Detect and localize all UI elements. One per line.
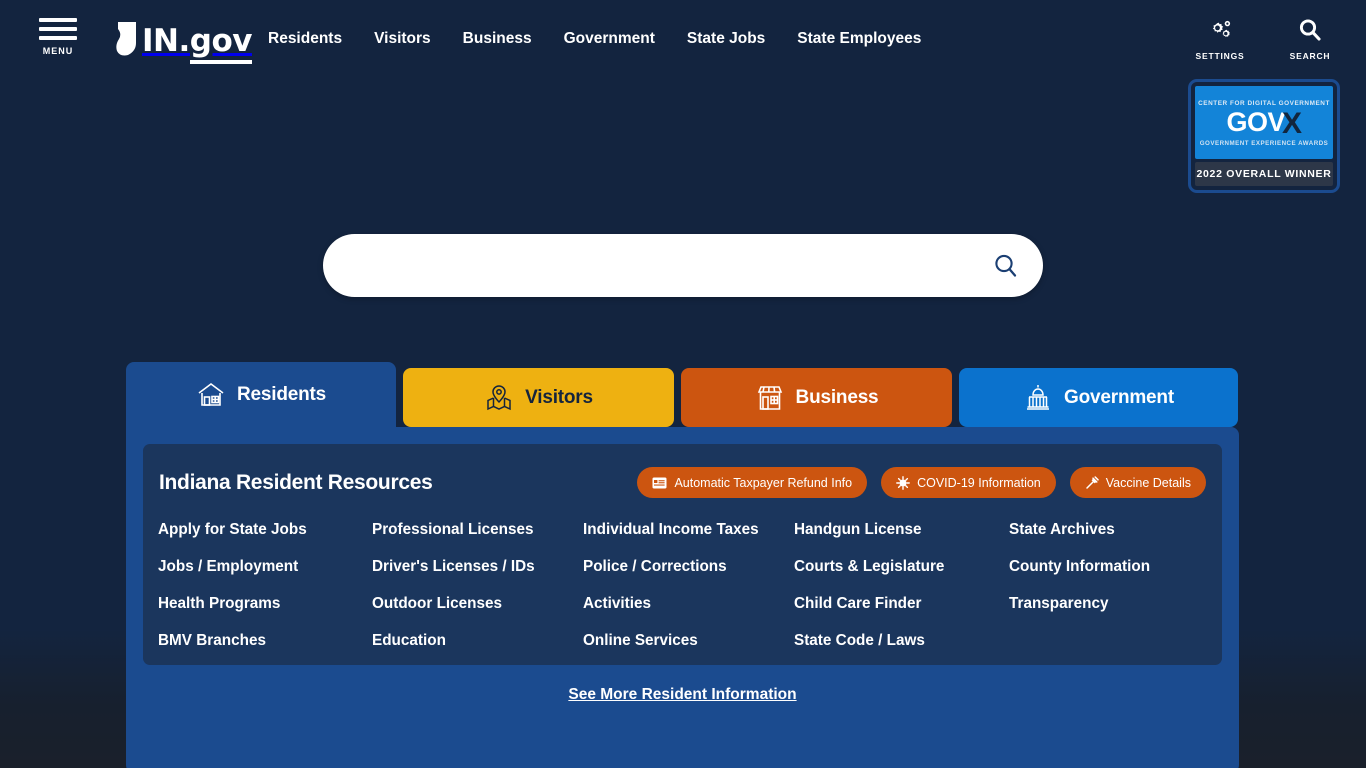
resource-link[interactable]: Online Services (583, 629, 794, 653)
category-tabs: Residents Visitors Business Government (126, 362, 1239, 427)
resource-link[interactable]: Driver's Licenses / IDs (372, 555, 583, 579)
site-header: MENU IN.gov Residents Visitors Business … (0, 0, 1366, 80)
site-logo[interactable]: IN.gov (114, 21, 252, 64)
see-more-link[interactable]: See More Resident Information (568, 686, 796, 704)
menu-button-label: MENU (42, 46, 74, 56)
nav-item-state-employees[interactable]: State Employees (797, 30, 921, 48)
menu-button[interactable]: MENU (36, 18, 80, 56)
house-icon (196, 380, 226, 410)
search-input[interactable] (323, 255, 991, 276)
govx-x-mark: X (1282, 106, 1302, 140)
resource-link[interactable]: State Archives (1009, 518, 1207, 542)
nav-item-visitors[interactable]: Visitors (374, 30, 431, 48)
nav-item-business[interactable]: Business (463, 30, 532, 48)
pill-vaccine-details[interactable]: Vaccine Details (1069, 467, 1206, 498)
pill-label: Vaccine Details (1105, 475, 1191, 490)
resource-link-grid: Apply for State Jobs Professional Licens… (158, 518, 1207, 653)
nav-item-government[interactable]: Government (564, 30, 655, 48)
tab-government[interactable]: Government (959, 368, 1238, 427)
header-tools: SETTINGS SEARCH (1158, 18, 1338, 61)
gears-icon (1207, 18, 1234, 48)
tab-residents-label: Residents (236, 383, 326, 405)
tab-business[interactable]: Business (681, 368, 952, 427)
resource-link[interactable]: Child Care Finder (794, 592, 1009, 616)
virus-icon (896, 475, 910, 490)
id-card-icon (652, 477, 667, 489)
resource-link[interactable]: Outdoor Licenses (372, 592, 583, 616)
resource-link[interactable]: State Code / Laws (794, 629, 1009, 653)
resource-link[interactable]: Transparency (1009, 592, 1207, 616)
govx-award-badge: CENTER FOR DIGITAL GOVERNMENT GOV X GOVE… (1188, 79, 1340, 193)
indiana-state-shape-icon (114, 21, 140, 62)
page-root: MENU IN.gov Residents Visitors Business … (0, 0, 1366, 768)
search-toggle-button[interactable]: SEARCH (1282, 18, 1338, 61)
resource-panel: Indiana Resident Resources Automatic Tax… (126, 427, 1239, 768)
resource-link[interactable]: Courts & Legislature (794, 555, 1009, 579)
storefront-icon (755, 383, 785, 413)
panel-title: Indiana Resident Resources (159, 470, 433, 494)
hamburger-icon (39, 18, 77, 45)
resource-link[interactable]: County Information (1009, 555, 1207, 579)
govx-line3: 2022 OVERALL WINNER (1196, 168, 1332, 180)
govx-gov-text: GOV (1226, 107, 1285, 137)
main-navigation: Residents Visitors Business Government S… (268, 30, 921, 48)
settings-button-label: SETTINGS (1195, 51, 1245, 61)
highlight-pills: Automatic Taxpayer Refund Info COVID-19 … (623, 467, 1206, 498)
govx-badge-bottom: 2022 OVERALL WINNER (1195, 162, 1333, 186)
search-submit-icon[interactable] (991, 251, 1021, 281)
resource-link[interactable]: Health Programs (158, 592, 372, 616)
settings-button[interactable]: SETTINGS (1192, 18, 1248, 61)
resource-link[interactable]: Jobs / Employment (158, 555, 372, 579)
hero-search-bar[interactable] (323, 234, 1043, 297)
nav-item-state-jobs[interactable]: State Jobs (687, 30, 765, 48)
search-toggle-label: SEARCH (1289, 51, 1331, 61)
tab-visitors-label: Visitors (525, 386, 593, 408)
govx-main-text: GOV X (1226, 106, 1302, 140)
resource-panel-inner: Indiana Resident Resources Automatic Tax… (143, 444, 1222, 665)
capitol-icon (1023, 383, 1053, 413)
pill-automatic-taxpayer-refund-info[interactable]: Automatic Taxpayer Refund Info (637, 467, 868, 498)
tab-business-label: Business (795, 386, 879, 408)
category-section: Residents Visitors Business Government I… (126, 362, 1239, 768)
see-more-row: See More Resident Information (143, 665, 1222, 725)
govx-line1: CENTER FOR DIGITAL GOVERNMENT (1198, 99, 1330, 107)
resource-link[interactable]: Apply for State Jobs (158, 518, 372, 542)
resource-link[interactable]: Handgun License (794, 518, 1009, 542)
logo-underline (189, 60, 252, 64)
resource-link[interactable]: Activities (583, 592, 794, 616)
tab-government-label: Government (1064, 386, 1174, 408)
resource-panel-header: Indiana Resident Resources Automatic Tax… (158, 467, 1207, 498)
pill-covid-19-information[interactable]: COVID-19 Information (881, 467, 1056, 498)
tab-residents[interactable]: Residents (126, 362, 396, 427)
pill-label: Automatic Taxpayer Refund Info (674, 475, 853, 490)
map-pin-icon (484, 383, 514, 413)
nav-item-residents[interactable]: Residents (268, 30, 342, 48)
govx-line2: GOVERNMENT EXPERIENCE AWARDS (1199, 139, 1329, 147)
resource-link[interactable]: Professional Licenses (372, 518, 583, 542)
resource-link[interactable]: Education (372, 629, 583, 653)
pill-label: COVID-19 Information (917, 475, 1041, 490)
logo-text: IN.gov (142, 22, 252, 59)
tab-visitors[interactable]: Visitors (403, 368, 674, 427)
syringe-icon (1085, 475, 1099, 490)
search-icon (1298, 18, 1322, 48)
resource-link[interactable]: Individual Income Taxes (583, 518, 794, 542)
grid-spacer (1009, 629, 1207, 630)
resource-link[interactable]: BMV Branches (158, 629, 372, 653)
resource-link[interactable]: Police / Corrections (583, 555, 794, 579)
govx-badge-top: CENTER FOR DIGITAL GOVERNMENT GOV X GOVE… (1195, 86, 1333, 159)
